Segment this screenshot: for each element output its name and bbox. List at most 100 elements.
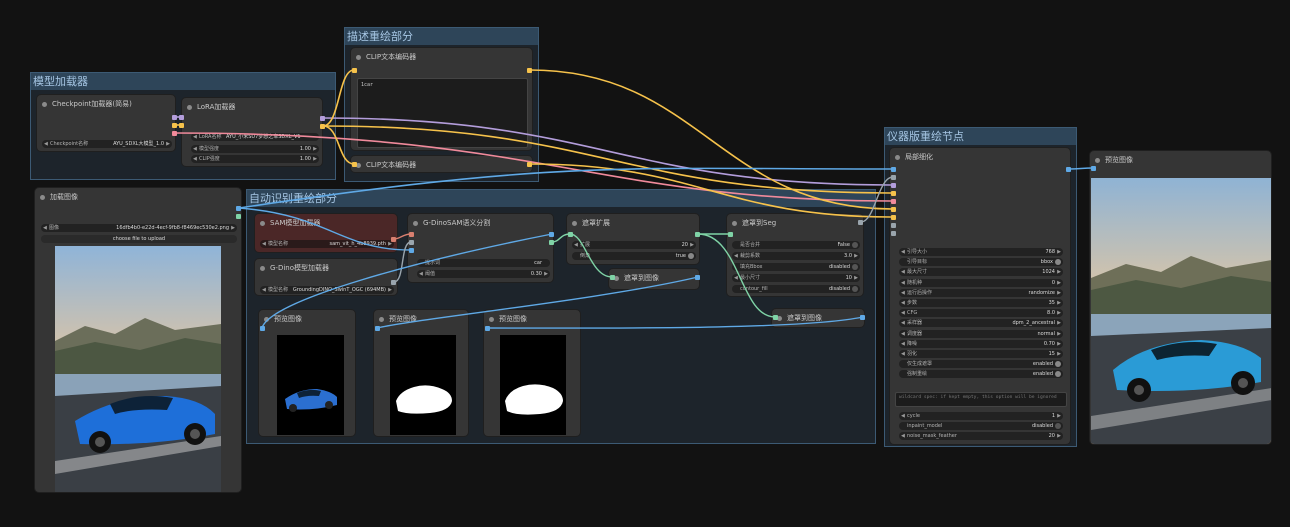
gdino-loader-node[interactable]: G-Dino模型加载器 ◀ 模型名称 GroundingDINO_SwinT_O… (254, 258, 398, 296)
corner-toggle[interactable]: 倒角 true (572, 252, 696, 260)
arrow-right-icon[interactable]: ▶ (1057, 330, 1061, 338)
checkpoint-model-out[interactable] (172, 115, 177, 120)
gdino-model-select[interactable]: ◀ 模型名称 GroundingDINO_SwinT_OGC (694MB) ▶ (260, 286, 394, 294)
gdino-sam-sam-in[interactable] (409, 232, 414, 237)
gdino-sam-image-out[interactable] (549, 232, 554, 237)
detailer-widget[interactable]: ◀ 降噪 0.70 ▶ (899, 339, 1063, 348)
arrow-right-icon[interactable]: ▶ (1057, 248, 1061, 256)
preview-image-node-2[interactable]: 预览图像 (373, 309, 469, 437)
collapse-dot-icon[interactable] (187, 105, 192, 110)
arrow-left-icon[interactable]: ◀ (193, 133, 197, 141)
detailer-scheduler-hook-in[interactable] (891, 231, 896, 236)
final-preview-in[interactable] (1091, 166, 1096, 171)
arrow-left-icon[interactable]: ◀ (262, 286, 266, 294)
toggle-knob-icon[interactable] (1055, 371, 1061, 378)
checkpoint-loader-node[interactable]: Checkpoint加载器(简易) ◀ Checkpoint名称 AYU_SDX… (36, 94, 176, 152)
collapse-dot-icon[interactable] (260, 266, 265, 271)
toggle-knob-icon[interactable] (852, 286, 858, 292)
arrow-left-icon[interactable]: ◀ (901, 248, 905, 256)
mask-to-image-2-in[interactable] (773, 315, 778, 320)
mask-to-image-node-1[interactable]: 遮罩到图像 (608, 268, 700, 290)
lora-model-strength[interactable]: ◀ 模型强度 1.00 ▶ (191, 145, 319, 153)
detailer-widget[interactable]: ◀ CFG 8.0 ▶ (899, 309, 1063, 318)
arrow-left-icon[interactable]: ◀ (193, 145, 197, 153)
detailer-widget[interactable]: ◀ cycle 1 ▶ (899, 412, 1063, 420)
arrow-left-icon[interactable]: ◀ (901, 412, 905, 420)
detailer-node[interactable]: 局部细化 ◀ 引导大小 768 ▶ 引导目标 bbox ◀ 最大尺寸 1024 ▶ ◀ 随机种 0 ▶ ◀ 运… (889, 147, 1071, 445)
collapse-dot-icon[interactable] (264, 317, 269, 322)
gdino-sam-mask-out[interactable] (549, 240, 554, 245)
threshold-field[interactable]: ◀ 阈值 0.30 ▶ (417, 270, 550, 278)
gdino-sam-gdino-in[interactable] (409, 240, 414, 245)
toggle-knob-icon[interactable] (1055, 259, 1061, 266)
gdino-sam-image-in[interactable] (409, 248, 414, 253)
collapse-dot-icon[interactable] (489, 317, 494, 322)
node-graph-canvas[interactable]: 模型加载器 描述重绘部分 自动识别重绘部分 仪器版重绘节点 Checkpoint… (0, 0, 1290, 527)
arrow-right-icon[interactable]: ▶ (854, 252, 858, 260)
mask-expand-node[interactable]: 遮罩扩展 ◀ 扩展 20 ▶ 倒角 true (566, 213, 700, 265)
group-title[interactable]: 仪器版重绘节点 (885, 128, 1076, 145)
detailer-positive-in[interactable] (891, 207, 896, 212)
detailer-clip-in[interactable] (891, 191, 896, 196)
group-title[interactable]: 描述重绘部分 (345, 28, 538, 45)
wildcard-textarea[interactable]: wildcard spec: if kept empty, this optio… (895, 392, 1067, 407)
arrow-left-icon[interactable]: ◀ (901, 340, 905, 348)
clip-bottom-cond-out[interactable] (527, 162, 532, 167)
arrow-right-icon[interactable]: ▶ (166, 140, 170, 148)
clip-bottom-clip-in[interactable] (352, 162, 357, 167)
detailer-widget[interactable]: 引导目标 bbox (899, 258, 1063, 267)
checkpoint-name-select[interactable]: ◀ Checkpoint名称 AYU_SDXL大模型_1.0 ▶ (42, 140, 172, 148)
arrow-right-icon[interactable]: ▶ (1057, 299, 1061, 307)
clip-top-clip-in[interactable] (352, 68, 357, 73)
detailer-model-in[interactable] (891, 183, 896, 188)
load-image-node[interactable]: 加载图像 ◀ 图像 16dfb4b0-e22d-4ecf-9fb8-f8469e… (34, 187, 242, 493)
mask-to-image-1-in[interactable] (610, 275, 615, 280)
lora-name-select[interactable]: ◀ LoRA名称 AYU_小米SU7梦想之车SDXL_V1 (191, 133, 319, 141)
detailer-widget[interactable]: 仅生成遮罩 enabled (899, 360, 1063, 369)
arrow-right-icon[interactable]: ▶ (854, 274, 858, 282)
clip-text-encoder-negative[interactable]: CLIP文本编码器 (350, 155, 533, 173)
sam-model-select[interactable]: ◀ 模型名称 sam_vit_h_4b8939.pth ▶ (260, 240, 394, 248)
toggle-knob-icon[interactable] (688, 253, 694, 259)
mask-expand-mask-out[interactable] (695, 232, 700, 237)
group-title[interactable]: 模型加载器 (31, 73, 335, 90)
detailer-widget[interactable]: 强制重绘 enabled (899, 370, 1063, 379)
detailer-widget[interactable]: ◀ 引导大小 768 ▶ (899, 248, 1063, 256)
gdino-sam-segment-node[interactable]: G-DinoSAM语义分割 提示词 car ◀ 阈值 0.30 ▶ (407, 213, 554, 283)
toggle-knob-icon[interactable] (852, 264, 858, 270)
arrow-left-icon[interactable]: ◀ (44, 140, 48, 148)
arrow-left-icon[interactable]: ◀ (43, 224, 47, 232)
preview-image-node-1[interactable]: 预览图像 (258, 309, 356, 437)
gdino-model-out[interactable] (391, 280, 396, 285)
arrow-left-icon[interactable]: ◀ (901, 432, 905, 440)
arrow-left-icon[interactable]: ◀ (734, 252, 738, 260)
arrow-right-icon[interactable]: ▶ (1057, 279, 1061, 287)
arrow-left-icon[interactable]: ◀ (901, 279, 905, 287)
detailer-widget[interactable]: ◀ 随机种 0 ▶ (899, 278, 1063, 287)
bbox-fill-toggle[interactable]: 填充Bbox disabled (732, 263, 860, 271)
arrow-right-icon[interactable]: ▶ (1057, 268, 1061, 276)
clip-text-encoder-positive[interactable]: CLIP文本编码器 1car (350, 47, 533, 151)
arrow-left-icon[interactable]: ◀ (734, 274, 738, 282)
arrow-right-icon[interactable]: ▶ (1057, 309, 1061, 317)
crop-factor-field[interactable]: ◀ 裁剪系数 3.0 ▶ (732, 252, 860, 260)
arrow-right-icon[interactable]: ▶ (1057, 412, 1061, 420)
group-title[interactable]: 自动识别重绘部分 (247, 190, 875, 207)
lora-model-out[interactable] (320, 116, 325, 121)
detailer-image-out[interactable] (1066, 167, 1071, 172)
arrow-right-icon[interactable]: ▶ (1057, 340, 1061, 348)
arrow-right-icon[interactable]: ▶ (1057, 289, 1061, 297)
detailer-widget[interactable]: inpaint_model disabled (899, 422, 1063, 431)
lora-model-in[interactable] (179, 115, 184, 120)
detailer-widget[interactable]: ◀ 调度器 normal ▶ (899, 329, 1063, 338)
load-image-image-out[interactable] (236, 206, 241, 211)
detailer-widget[interactable]: ◀ 羽化 15 ▶ (899, 350, 1063, 358)
arrow-right-icon[interactable]: ▶ (313, 155, 317, 163)
combine-toggle[interactable]: 是否合并 False (732, 241, 860, 249)
mask-to-seg-node[interactable]: 遮罩到Seg 是否合并 False ◀ 裁剪系数 3.0 ▶ 填充Bbox di… (726, 213, 864, 297)
detailer-widget[interactable]: ◀ 步数 35 ▶ (899, 299, 1063, 307)
lora-clip-strength[interactable]: ◀ CLIP强度 1.00 ▶ (191, 155, 319, 163)
arrow-left-icon[interactable]: ◀ (419, 270, 423, 278)
arrow-left-icon[interactable]: ◀ (193, 155, 197, 163)
arrow-right-icon[interactable]: ▶ (1057, 350, 1061, 358)
